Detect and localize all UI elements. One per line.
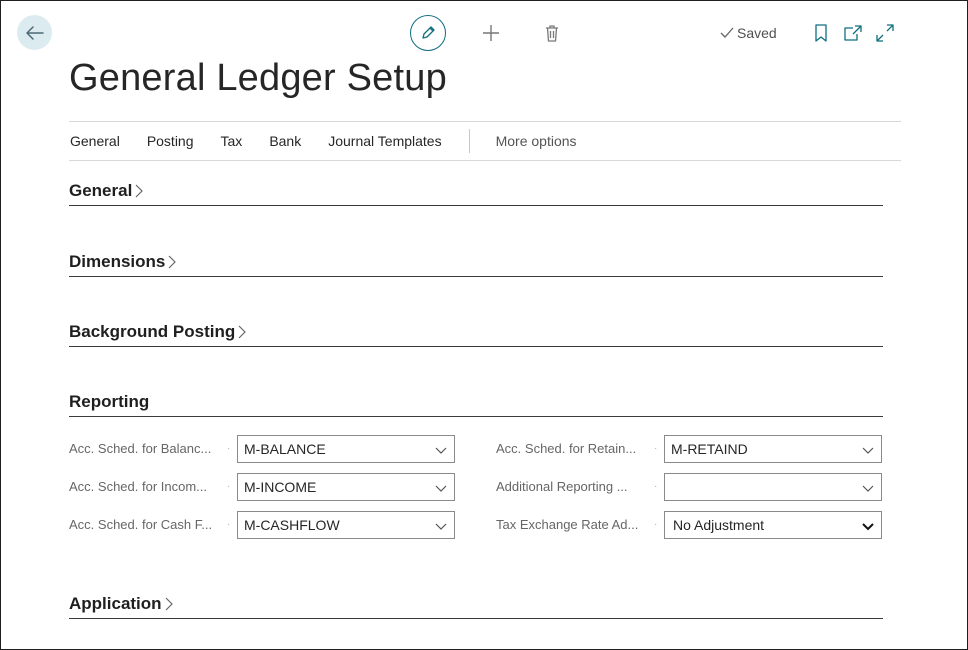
section-application-title: Application — [69, 594, 162, 613]
checkmark-icon — [720, 27, 734, 38]
section-application-header[interactable]: Application — [69, 594, 173, 614]
menu-divider — [468, 129, 470, 153]
trash-icon — [546, 25, 558, 42]
section-background-posting-header[interactable]: Background Posting — [69, 322, 247, 342]
acc-sched-income-input[interactable]: M-INCOME — [237, 473, 455, 501]
chevron-down-icon[interactable] — [435, 482, 447, 494]
expand-icon — [876, 24, 894, 42]
chevron-right-icon — [135, 184, 144, 198]
field-additional-reporting-currency: Additional Reporting ... · — [496, 473, 886, 501]
field-label: Acc. Sched. for Cash F... — [69, 517, 213, 532]
field-label: Tax Exchange Rate Ad... — [496, 517, 639, 532]
acc-sched-balance-input[interactable]: M-BALANCE — [237, 435, 455, 463]
menu-item-general[interactable]: General — [70, 133, 120, 149]
open-new-window-button[interactable] — [843, 23, 863, 43]
section-dimensions-title: Dimensions — [69, 252, 166, 271]
page-title: General Ledger Setup — [69, 57, 447, 99]
section-dimensions-header[interactable]: Dimensions — [69, 252, 177, 272]
expand-button[interactable] — [875, 23, 895, 43]
section-general-header[interactable]: General — [69, 181, 144, 201]
field-value: M-INCOME — [244, 479, 317, 495]
field-acc-sched-balance: Acc. Sched. for Balanc... · M-BALANCE — [69, 435, 459, 463]
menu-item-bank[interactable]: Bank — [269, 133, 301, 149]
saved-label: Saved — [737, 25, 777, 41]
field-dot: · — [654, 519, 658, 530]
section-background-posting: Background Posting — [69, 322, 883, 347]
field-value: M-RETAIND — [671, 441, 748, 457]
section-general-title: General — [69, 181, 133, 200]
section-background-posting-title: Background Posting — [69, 322, 236, 341]
chevron-down-icon[interactable] — [862, 444, 874, 456]
pencil-icon — [422, 26, 435, 39]
saved-status: Saved — [720, 25, 777, 41]
back-button[interactable] — [17, 15, 52, 50]
field-dot: · — [227, 443, 231, 454]
menu-item-journal-templates[interactable]: Journal Templates — [328, 133, 441, 149]
action-menu-bar: General Posting Tax Bank Journal Templat… — [69, 121, 901, 161]
chevron-right-icon — [238, 325, 247, 339]
open-new-window-icon — [844, 25, 862, 41]
plus-icon — [483, 25, 499, 41]
additional-reporting-input[interactable] — [664, 473, 882, 501]
field-acc-sched-income: Acc. Sched. for Incom... · M-INCOME — [69, 473, 459, 501]
chevron-down-icon[interactable] — [435, 520, 447, 532]
page-frame: Saved General Ledger Setup General Posti… — [0, 0, 968, 650]
field-value: No Adjustment — [673, 517, 765, 533]
field-dot: · — [227, 519, 231, 530]
section-application: Application — [69, 594, 883, 619]
field-tax-exchange-rate-adjustment: Tax Exchange Rate Ad... · No Adjustment — [496, 511, 886, 539]
section-reporting-title: Reporting — [69, 392, 150, 411]
acc-sched-cashflow-input[interactable]: M-CASHFLOW — [237, 511, 455, 539]
back-arrow-icon — [25, 25, 44, 40]
section-dimensions: Dimensions — [69, 252, 883, 277]
bookmark-button[interactable] — [811, 23, 831, 43]
bookmark-icon — [815, 24, 827, 42]
chevron-right-icon — [165, 597, 173, 611]
field-label: Acc. Sched. for Retain... — [496, 441, 637, 456]
section-reporting: Reporting — [69, 392, 883, 417]
field-label: Acc. Sched. for Incom... — [69, 479, 207, 494]
field-acc-sched-cashflow: Acc. Sched. for Cash F... · M-CASHFLOW — [69, 511, 459, 539]
chevron-down-icon[interactable] — [862, 520, 874, 532]
chevron-right-icon — [168, 255, 177, 269]
field-label: Additional Reporting ... — [496, 479, 628, 494]
field-dot: · — [227, 481, 231, 492]
field-label: Acc. Sched. for Balanc... — [69, 441, 212, 456]
field-value: M-BALANCE — [244, 441, 326, 457]
menu-item-posting[interactable]: Posting — [147, 133, 194, 149]
section-general: General — [69, 181, 883, 206]
chevron-down-icon[interactable] — [862, 482, 874, 494]
more-options-button[interactable]: More options — [496, 133, 577, 149]
edit-button[interactable] — [410, 15, 446, 51]
tax-exchange-rate-select[interactable]: No Adjustment — [664, 511, 882, 539]
field-value: M-CASHFLOW — [244, 517, 340, 533]
delete-button[interactable] — [542, 23, 562, 43]
chevron-down-icon[interactable] — [435, 444, 447, 456]
section-reporting-header[interactable]: Reporting — [69, 392, 149, 412]
field-acc-sched-retained: Acc. Sched. for Retain... · M-RETAIND — [496, 435, 886, 463]
acc-sched-retained-input[interactable]: M-RETAIND — [664, 435, 882, 463]
field-dot: · — [654, 443, 658, 454]
menu-item-tax[interactable]: Tax — [221, 133, 243, 149]
field-dot: · — [654, 481, 658, 492]
new-button[interactable] — [481, 23, 501, 43]
